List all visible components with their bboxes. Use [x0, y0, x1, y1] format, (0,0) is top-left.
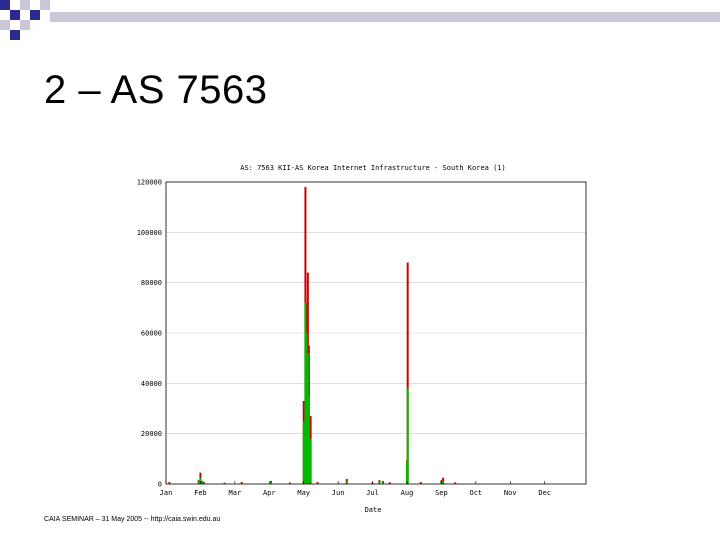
- y-tick-label: 0: [158, 481, 162, 489]
- grid-layer: [166, 232, 586, 434]
- x-tick-label: Aug: [401, 489, 414, 497]
- x-tick-label: Jun: [332, 489, 345, 497]
- deco-square-light: [40, 0, 50, 10]
- x-tick-label: Oct: [470, 489, 483, 497]
- chart-title: AS: 7563 KII-AS Korea Internet Infrastru…: [240, 164, 506, 172]
- series-red-bars: [168, 187, 457, 484]
- corner-decoration: [0, 0, 720, 40]
- deco-square-dark: [30, 10, 40, 20]
- bar-chart: AS: 7563 KII-AS Korea Internet Infrastru…: [137, 164, 587, 514]
- x-tick-labels: Jan Feb Mar Apr May Jun Jul Aug Sep Oct Nov Dec: [160, 481, 551, 497]
- green-bar: [442, 480, 445, 484]
- x-tick-label: May: [297, 489, 310, 497]
- x-tick-label: Nov: [504, 489, 517, 497]
- series-green-bars: [168, 302, 457, 484]
- deco-square-dark: [10, 30, 20, 40]
- x-tick-label: Feb: [194, 489, 207, 497]
- deco-square-dark: [10, 10, 20, 20]
- x-axis-title: Date: [365, 506, 382, 514]
- y-tick-label: 20000: [141, 430, 162, 438]
- y-tick-label: 120000: [137, 179, 162, 187]
- x-tick-label: Dec: [538, 489, 551, 497]
- y-tick-label: 80000: [141, 279, 162, 287]
- deco-bar-light: [50, 12, 720, 22]
- chart-container: AS: 7563 KII-AS Korea Internet Infrastru…: [110, 158, 600, 518]
- x-tick-label: Jan: [160, 489, 173, 497]
- slide-title: 2 – AS 7563: [44, 68, 268, 112]
- y-tick-label: 40000: [141, 380, 162, 388]
- deco-square-light: [20, 20, 30, 30]
- x-tick-label: Jul: [366, 489, 379, 497]
- y-tick-labels: 0 20000 40000 60000 80000 100000 120000: [137, 179, 162, 489]
- green-bar: [307, 395, 310, 484]
- green-bar: [309, 438, 312, 484]
- x-tick-label: Apr: [263, 489, 276, 497]
- x-tick-label: Mar: [229, 489, 242, 497]
- y-tick-label: 100000: [137, 229, 162, 237]
- y-tick-label: 60000: [141, 330, 162, 338]
- deco-square-dark: [0, 0, 10, 10]
- green-bar: [406, 388, 409, 484]
- deco-square-light: [0, 20, 10, 30]
- deco-square-light: [20, 0, 30, 10]
- green-bar: [302, 421, 305, 484]
- x-tick-label: Sep: [435, 489, 448, 497]
- slide-footer: CAIA SEMINAR – 31 May 2005 -- http://cai…: [44, 516, 221, 523]
